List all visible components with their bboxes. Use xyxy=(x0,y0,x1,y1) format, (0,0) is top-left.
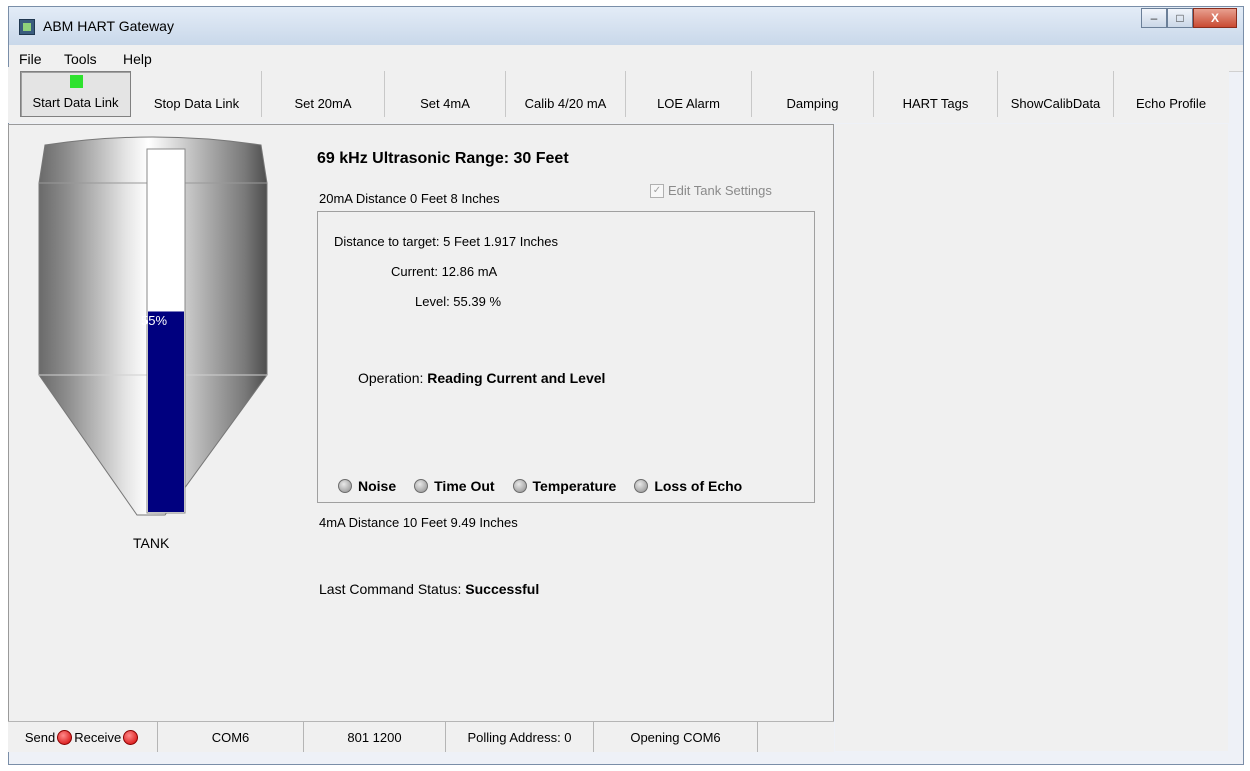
tank-graphic xyxy=(38,136,268,516)
polling-address-status: Polling Address: 0 xyxy=(446,722,594,752)
connection-status: Opening COM6 xyxy=(594,722,758,752)
readings-panel: Distance to target: 5 Feet 1.917 Inches … xyxy=(317,211,815,503)
operation-label: Operation: xyxy=(358,370,424,386)
loss-of-echo-led-icon xyxy=(634,479,649,493)
maximize-button[interactable]: □ xyxy=(1167,8,1193,28)
menu-tools[interactable]: Tools xyxy=(64,51,97,67)
send-led-icon xyxy=(57,729,73,745)
status-bar: Send Receive COM6 801 1200 Polling Addre… xyxy=(8,721,834,752)
menu-help[interactable]: Help xyxy=(123,51,152,67)
right-pane xyxy=(835,124,1228,751)
app-icon xyxy=(19,19,35,35)
distance-to-target: Distance to target: 5 Feet 1.917 Inches xyxy=(334,234,559,249)
operation-status: Operation: Reading Current and Level xyxy=(358,370,605,386)
toolbar: Start Data Link Stop Data Link Set 20mA … xyxy=(8,67,1229,123)
echo-profile-button[interactable]: Echo Profile xyxy=(1114,71,1228,117)
indicator-temperature: Temperature xyxy=(512,478,616,494)
tank-label: TANK xyxy=(133,535,170,551)
distance-4ma-text: 4mA Distance 10 Feet 9.49 Inches xyxy=(319,515,518,530)
alarm-indicators: Noise Time Out Temperature Loss of Echo xyxy=(338,478,742,494)
current-reading: Current: 12.86 mA xyxy=(391,264,498,279)
operation-value: Reading Current and Level xyxy=(427,370,606,386)
damping-button[interactable]: Damping xyxy=(752,71,874,117)
com-port-status: COM6 xyxy=(158,722,304,752)
minimize-button[interactable]: – xyxy=(1141,8,1167,28)
send-receive-status: Send Receive xyxy=(8,722,158,752)
loe-alarm-button[interactable]: LOE Alarm xyxy=(626,71,752,117)
calib-4-20ma-button[interactable]: Calib 4/20 mA xyxy=(506,71,626,117)
tank-level-percent: 55% xyxy=(141,313,168,328)
close-button[interactable]: X xyxy=(1193,8,1237,28)
baud-status: 801 1200 xyxy=(304,722,446,752)
hart-tags-button[interactable]: HART Tags xyxy=(874,71,998,117)
set-4ma-button[interactable]: Set 4mA xyxy=(385,71,506,117)
indicator-noise: Noise xyxy=(338,478,396,494)
show-calib-data-button[interactable]: ShowCalibData xyxy=(998,71,1114,117)
window-title: ABM HART Gateway xyxy=(43,18,174,34)
indicator-loss-of-echo: Loss of Echo xyxy=(634,478,742,494)
last-command-status: Last Command Status: Successful xyxy=(319,581,540,597)
edit-tank-settings-checkbox[interactable]: ✓ Edit Tank Settings xyxy=(650,183,772,198)
receive-led-icon xyxy=(123,729,139,745)
menu-file[interactable]: File xyxy=(19,51,42,67)
start-data-link-button[interactable]: Start Data Link xyxy=(20,71,131,117)
title-bar: ABM HART Gateway – □ X xyxy=(9,7,1243,45)
stop-data-link-button[interactable]: Stop Data Link xyxy=(132,71,262,117)
temperature-led-icon xyxy=(512,479,527,493)
link-active-indicator xyxy=(69,75,83,88)
noise-led-icon xyxy=(338,479,352,493)
level-reading: Level: 55.39 % xyxy=(415,294,502,309)
tank-level-fill xyxy=(148,311,184,512)
timeout-led-icon xyxy=(414,479,429,493)
indicator-time-out: Time Out xyxy=(414,478,495,494)
sensor-heading: 69 kHz Ultrasonic Range: 30 Feet xyxy=(317,150,569,167)
distance-20ma-text: 20mA Distance 0 Feet 8 Inches xyxy=(319,191,500,206)
check-icon: ✓ xyxy=(650,183,664,198)
main-panel: 55% TANK 69 kHz Ultrasonic Range: 30 Fee… xyxy=(8,124,834,751)
last-command-value: Successful xyxy=(465,581,540,597)
set-20ma-button[interactable]: Set 20mA xyxy=(262,71,385,117)
